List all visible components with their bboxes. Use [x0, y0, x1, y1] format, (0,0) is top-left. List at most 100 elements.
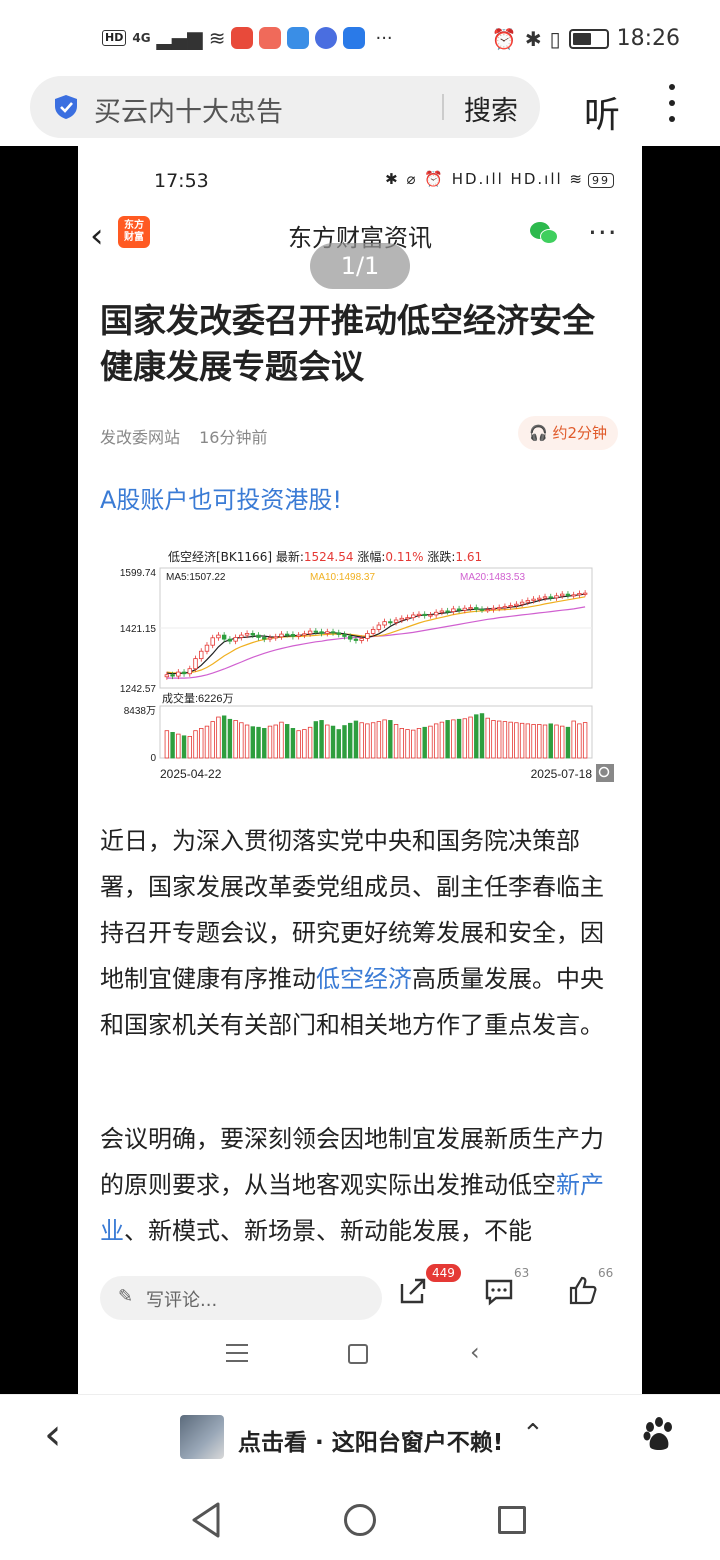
volume-bar	[325, 724, 330, 759]
candle-body	[519, 601, 525, 605]
volume-bar	[244, 724, 250, 759]
comment-input[interactable]: ✎ 写评论...	[100, 1276, 382, 1320]
hd-indicator: HD	[102, 30, 127, 46]
signal-4g-label: 4G	[132, 31, 151, 45]
candle-body	[582, 592, 588, 595]
volume-bar	[336, 729, 341, 759]
vibrate-icon: ▯	[549, 26, 561, 51]
article-time: 16分钟前	[199, 428, 268, 447]
chart-header: 低空经济[BK1166] 最新:1524.54 涨幅:0.11% 涨跌:1.61	[168, 548, 482, 565]
candle-body	[284, 633, 290, 636]
shopping-app-icon	[259, 27, 282, 49]
volume-bar	[554, 724, 559, 759]
system-home-icon[interactable]	[344, 1504, 376, 1536]
wifi-icon: ≋	[208, 26, 226, 50]
recommend-text[interactable]: 点击看 · 这阳台窗户不赖!	[238, 1423, 503, 1457]
signal-bars-icon: ▂▄▆	[156, 26, 203, 50]
volume-bar	[216, 716, 221, 759]
candle-body	[388, 621, 393, 624]
volume-bar	[428, 725, 433, 759]
candle-body	[439, 610, 445, 613]
system-back-icon[interactable]	[190, 1500, 224, 1540]
app-notification-icon	[231, 27, 254, 49]
inner-status-icons: ✱ ⌀ ⏰ HD.ıll HD.ıll ≋ 99	[385, 170, 614, 188]
volume-bar	[416, 728, 422, 759]
promo-link[interactable]: A股账户也可投资港股!	[100, 480, 342, 515]
search-input[interactable]: 买云内十大忠告	[94, 90, 283, 129]
price-tick-label: 1421.15	[120, 624, 157, 635]
like-button[interactable]	[566, 1274, 606, 1314]
volume-bar	[199, 728, 204, 759]
candle-body	[428, 614, 433, 617]
volume-bar	[267, 725, 273, 759]
listen-button[interactable]: 听	[584, 86, 620, 138]
candle-body	[485, 609, 490, 612]
article-screenshot[interactable]: 17:53 ✱ ⌀ ⏰ HD.ıll HD.ıll ≋ 99 ‹ 东方 财富 东方…	[78, 146, 642, 1394]
volume-bar	[439, 721, 445, 759]
candle-body	[560, 593, 565, 597]
menu-icon[interactable]	[226, 1344, 248, 1368]
inner-status-time: 17:53	[154, 170, 209, 192]
battery-icon	[568, 28, 609, 49]
home-square-icon[interactable]	[348, 1344, 368, 1364]
candle-body	[307, 630, 313, 635]
more-menu-icon[interactable]	[666, 84, 678, 124]
frame-left	[0, 146, 78, 1394]
volume-bar	[330, 725, 336, 759]
candle-body	[422, 613, 427, 617]
recommend-thumbnail[interactable]	[180, 1415, 224, 1459]
candle-body	[244, 633, 250, 636]
candle-body	[542, 596, 548, 599]
volume-bar	[542, 724, 548, 759]
volume-bar	[496, 720, 502, 759]
change-label: 涨跌:	[427, 550, 456, 564]
candle-body	[468, 607, 473, 610]
article-paragraph-1: 近日，为深入贯彻落实党中央和国务院决策部署，国家发展改革委党组成员、副主任李春临…	[100, 818, 622, 1048]
volume-bar	[474, 714, 479, 759]
more-options-icon[interactable]: ···	[588, 216, 618, 249]
volume-bar	[502, 721, 508, 759]
volume-bar	[422, 726, 427, 759]
candle-body	[256, 634, 261, 638]
volume-bar	[560, 725, 565, 759]
chevron-up-icon[interactable]: ⌃	[522, 1419, 544, 1449]
stock-chart[interactable]: 低空经济[BK1166] 最新:1524.54 涨幅:0.11% 涨跌:1.61…	[108, 542, 628, 794]
search-button[interactable]: 搜索	[464, 89, 518, 128]
volume-bar	[290, 728, 296, 759]
candle-body	[565, 593, 571, 596]
latest-value: 1524.54	[303, 550, 354, 564]
candle-body	[250, 633, 256, 636]
baidu-paw-icon[interactable]	[640, 1415, 678, 1453]
candle-body	[193, 658, 198, 670]
volume-bar	[582, 722, 588, 759]
candle-body	[376, 624, 382, 630]
volume-bar	[519, 722, 525, 759]
volume-bar	[164, 730, 170, 759]
volume-bar	[411, 729, 416, 759]
frame-right	[642, 146, 720, 1394]
paragraph-2-text-b: 、新模式、新场景、新动能发展，不能	[124, 1217, 532, 1245]
candle-body	[204, 644, 210, 652]
wechat-icon[interactable]	[530, 220, 560, 246]
comments-button[interactable]	[482, 1274, 522, 1314]
candle-body	[451, 608, 456, 612]
candle-body	[353, 638, 359, 641]
latest-label: 最新:	[275, 550, 304, 564]
volume-bar	[525, 723, 531, 759]
candle-body	[554, 595, 559, 599]
volume-tick-label: 8438万	[124, 706, 156, 717]
volume-bar	[537, 724, 542, 759]
low-altitude-economy-link[interactable]: 低空经济	[316, 965, 412, 993]
search-bar[interactable]: 买云内十大忠告 搜索	[30, 76, 540, 138]
volume-bar	[531, 724, 536, 759]
volume-bar	[250, 726, 256, 759]
nav-back-icon[interactable]: ‹	[470, 1338, 480, 1366]
system-recents-icon[interactable]	[498, 1506, 526, 1534]
page-indicator: 1/1	[310, 243, 410, 289]
pen-icon: ✎	[118, 1286, 134, 1307]
browser-back-icon[interactable]: ‹	[44, 1409, 62, 1460]
comment-bubble-icon	[485, 1279, 513, 1306]
listen-duration-button[interactable]: 🎧 约2分钟	[518, 416, 618, 450]
volume-bar	[313, 721, 319, 759]
status-right: ⏰ ✱ ▯ 18:26	[492, 26, 680, 51]
